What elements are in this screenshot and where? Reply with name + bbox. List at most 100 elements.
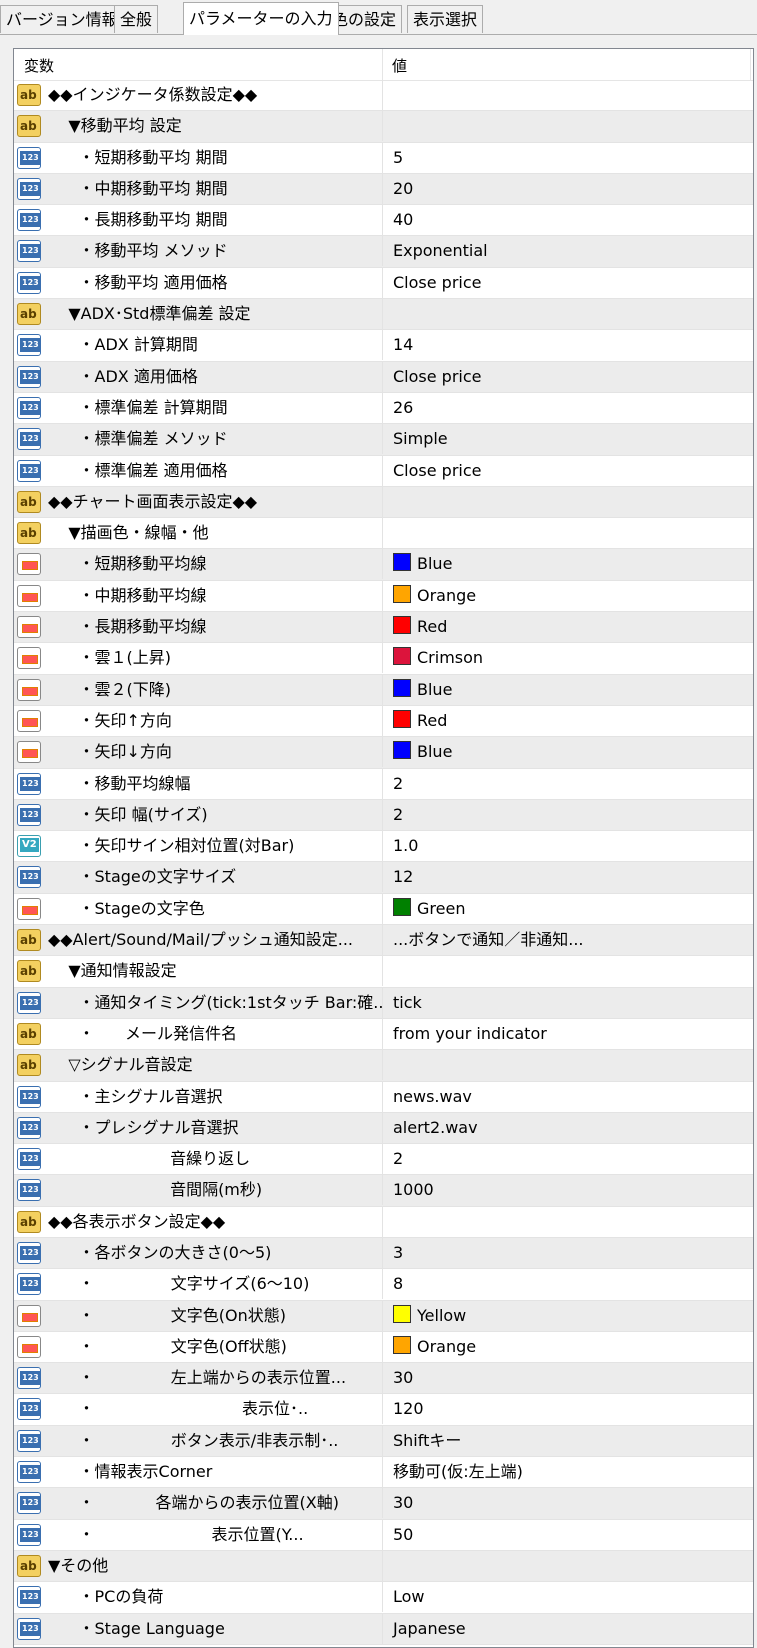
parameter-value[interactable]: Simple bbox=[382, 424, 750, 455]
parameter-row[interactable]: ab ▼その他 bbox=[14, 1550, 753, 1583]
parameter-value[interactable]: Orange bbox=[382, 580, 750, 611]
parameter-row[interactable]: 123 ・ 文字サイズ(6～10) 8 bbox=[14, 1269, 753, 1301]
parameter-value[interactable]: Crimson bbox=[382, 643, 750, 674]
parameter-row[interactable]: ・中期移動平均線 Orange bbox=[14, 580, 753, 613]
parameter-row[interactable]: 123 音繰り返し 2 bbox=[14, 1144, 753, 1176]
parameter-value[interactable]: Blue bbox=[382, 737, 750, 768]
parameter-value[interactable] bbox=[382, 956, 750, 987]
parameter-value[interactable]: 2 bbox=[382, 799, 750, 830]
parameter-row[interactable]: 123 ・Stage Language Japanese bbox=[14, 1613, 753, 1645]
tab-general[interactable]: 全般 bbox=[114, 5, 159, 33]
parameter-row[interactable]: 123 ・ADX 計算期間 14 bbox=[14, 330, 753, 362]
parameter-value[interactable] bbox=[382, 80, 750, 110]
parameter-value[interactable]: 1.0 bbox=[382, 831, 750, 862]
parameter-row[interactable]: ab ・ メール発信件名 from your indicator bbox=[14, 1018, 753, 1051]
parameter-value[interactable]: Orange bbox=[382, 1331, 750, 1362]
parameter-row[interactable]: 123 ・各ボタンの大きさ(0～5) 3 bbox=[14, 1237, 753, 1270]
parameter-row[interactable]: ab ▽シグナル音設定 bbox=[14, 1050, 753, 1082]
parameter-row[interactable]: 123 ・ 各端からの表示位置(X軸) 30 bbox=[14, 1488, 753, 1520]
parameter-row[interactable]: 123 ・短期移動平均 期間 5 bbox=[14, 142, 753, 174]
parameter-row[interactable]: ・Stageの文字色 Green bbox=[14, 893, 753, 926]
parameter-row[interactable]: ・短期移動平均線 Blue bbox=[14, 549, 753, 581]
parameter-row[interactable]: 123 ・プレシグナル音選択 alert2.wav bbox=[14, 1112, 753, 1145]
parameter-value[interactable]: 20 bbox=[382, 173, 750, 204]
parameter-row[interactable]: ・雲２(下降) Blue bbox=[14, 674, 753, 706]
parameter-row[interactable]: ・長期移動平均線 Red bbox=[14, 612, 753, 644]
parameter-value[interactable]: ...ボタンで通知／非通知... bbox=[382, 925, 750, 956]
parameter-value[interactable] bbox=[382, 1550, 750, 1581]
column-header-value[interactable]: 値 bbox=[392, 55, 407, 76]
parameter-row[interactable]: 123 ・ ボタン表示/非表示制･.. Shiftキー bbox=[14, 1425, 753, 1458]
parameter-row[interactable]: 123 ・移動平均 適用価格 Close price bbox=[14, 267, 753, 300]
parameter-value[interactable]: 1000 bbox=[382, 1175, 750, 1206]
parameter-row[interactable]: 123 ・PCの負荷 Low bbox=[14, 1582, 753, 1614]
parameter-row[interactable]: 123 ・通知タイミング(tick:1stタッチ Bar:確... tick bbox=[14, 987, 753, 1019]
parameter-row[interactable]: 123 ・標準偏差 メソッド Simple bbox=[14, 424, 753, 456]
parameter-value[interactable] bbox=[382, 111, 750, 142]
parameter-row[interactable]: ab ▼描画色・線幅・他 bbox=[14, 518, 753, 550]
parameter-row[interactable]: ・矢印↑方向 Red bbox=[14, 705, 753, 738]
parameter-value[interactable]: Japanese bbox=[382, 1613, 750, 1644]
parameter-value[interactable]: 120 bbox=[382, 1394, 750, 1425]
parameter-row[interactable]: 123 ・長期移動平均 期間 40 bbox=[14, 205, 753, 237]
parameter-value[interactable]: 12 bbox=[382, 862, 750, 893]
parameter-row[interactable]: ab ▼移動平均 設定 bbox=[14, 111, 753, 143]
column-header-variable[interactable]: 変数 bbox=[24, 55, 54, 76]
parameter-value[interactable]: Low bbox=[382, 1582, 750, 1613]
parameter-row[interactable]: 123 ・標準偏差 適用価格 Close price bbox=[14, 455, 753, 487]
parameter-value[interactable]: tick bbox=[382, 987, 750, 1018]
parameter-row[interactable]: 123 ・矢印 幅(サイズ) 2 bbox=[14, 799, 753, 832]
parameter-row[interactable]: 123 ・ 表示位置(Y... 50 bbox=[14, 1519, 753, 1551]
parameter-value[interactable]: 26 bbox=[382, 392, 750, 423]
parameter-value[interactable] bbox=[382, 486, 750, 517]
parameter-value[interactable]: 14 bbox=[382, 330, 750, 361]
parameter-row[interactable]: ab ▼ADX･Std標準偏差 設定 bbox=[14, 299, 753, 331]
parameter-value[interactable]: 移動可(仮:左上端) bbox=[382, 1457, 750, 1488]
parameter-value[interactable]: Blue bbox=[382, 674, 750, 705]
parameter-value[interactable]: Close price bbox=[382, 267, 750, 298]
parameter-row[interactable]: ab ◆◆インジケータ係数設定◆◆ bbox=[14, 80, 753, 112]
parameter-value[interactable]: Exponential bbox=[382, 236, 750, 267]
parameter-value[interactable]: Shiftキー bbox=[382, 1425, 750, 1456]
parameter-row[interactable]: V2 ・矢印サイン相対位置(対Bar) 1.0 bbox=[14, 831, 753, 863]
parameter-row[interactable]: ab ▼通知情報設定 bbox=[14, 956, 753, 988]
tab-version-info[interactable]: バージョン情報 bbox=[0, 5, 124, 33]
parameter-row[interactable]: ab ◆◆各表示ボタン設定◆◆ bbox=[14, 1206, 753, 1238]
parameter-row[interactable]: 123 ・Stageの文字サイズ 12 bbox=[14, 862, 753, 894]
parameter-row[interactable]: ・雲１(上昇) Crimson bbox=[14, 643, 753, 675]
parameter-value[interactable]: news.wav bbox=[382, 1081, 750, 1112]
parameter-value[interactable]: Close price bbox=[382, 455, 750, 486]
parameter-value[interactable]: 50 bbox=[382, 1519, 750, 1550]
parameter-row[interactable]: ・矢印↓方向 Blue bbox=[14, 737, 753, 769]
parameter-value[interactable] bbox=[382, 299, 750, 330]
parameter-value[interactable]: Green bbox=[382, 893, 750, 924]
parameter-row[interactable]: ・ 文字色(Off状態) Orange bbox=[14, 1331, 753, 1364]
parameter-value[interactable]: 3 bbox=[382, 1237, 750, 1268]
parameter-row[interactable]: 123 ・ 左上端からの表示位置... 30 bbox=[14, 1363, 753, 1395]
parameter-value[interactable]: alert2.wav bbox=[382, 1112, 750, 1143]
parameter-value[interactable]: 40 bbox=[382, 205, 750, 236]
parameter-value[interactable] bbox=[382, 518, 750, 549]
parameter-row[interactable]: 123 ・標準偏差 計算期間 26 bbox=[14, 392, 753, 425]
parameter-row[interactable]: 123 ・中期移動平均 期間 20 bbox=[14, 173, 753, 206]
parameter-value[interactable]: Yellow bbox=[382, 1300, 750, 1331]
tab-display-selection[interactable]: 表示選択 bbox=[407, 5, 484, 33]
parameter-value[interactable]: 30 bbox=[382, 1363, 750, 1394]
parameter-value[interactable]: Red bbox=[382, 612, 750, 643]
parameter-value[interactable] bbox=[382, 1050, 750, 1081]
parameter-row[interactable]: ・ 文字色(On状態) Yellow bbox=[14, 1300, 753, 1332]
parameter-value[interactable]: Close price bbox=[382, 361, 750, 392]
parameter-row[interactable]: 123 ・主シグナル音選択 news.wav bbox=[14, 1081, 753, 1113]
parameter-row[interactable]: 123 ・ADX 適用価格 Close price bbox=[14, 361, 753, 393]
parameter-value[interactable]: Blue bbox=[382, 549, 750, 580]
parameter-value[interactable]: 2 bbox=[382, 1144, 750, 1175]
parameter-value[interactable] bbox=[382, 1206, 750, 1237]
parameter-row[interactable]: 123 音間隔(m秒) 1000 bbox=[14, 1175, 753, 1207]
parameter-row[interactable]: 123 ・情報表示Corner 移動可(仮:左上端) bbox=[14, 1457, 753, 1489]
parameter-row[interactable]: 123 ・移動平均線幅 2 bbox=[14, 768, 753, 800]
parameter-value[interactable]: 5 bbox=[382, 142, 750, 173]
parameter-value[interactable]: 2 bbox=[382, 768, 750, 799]
parameter-row[interactable]: ab ◆◆Alert/Sound/Mail/プッシュ通知設定... ...ボタンで通… bbox=[14, 925, 753, 957]
tab-parameters[interactable]: パラメーターの入力 bbox=[183, 2, 339, 35]
parameter-value[interactable]: from your indicator bbox=[382, 1018, 750, 1049]
